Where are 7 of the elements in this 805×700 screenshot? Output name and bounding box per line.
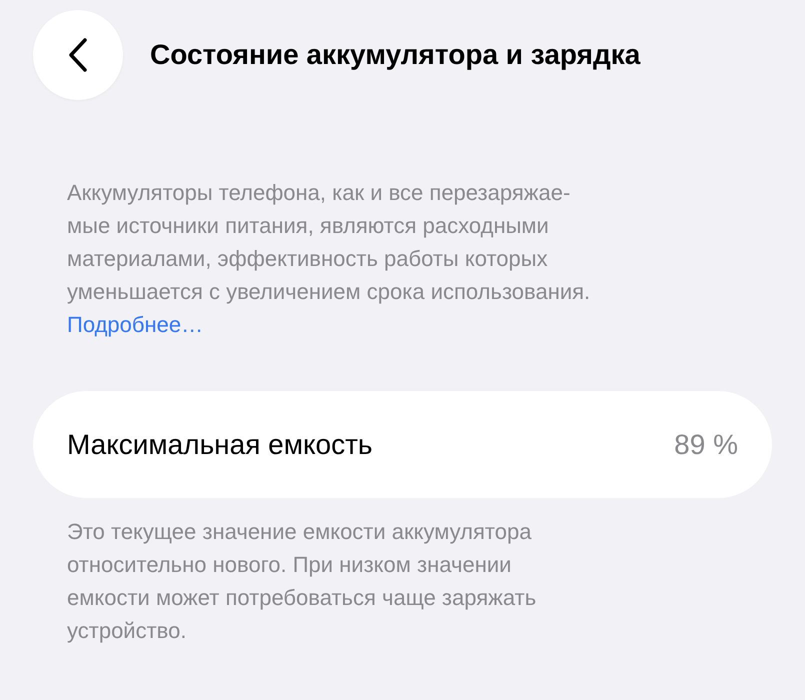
more-link[interactable]: Подробнее… <box>33 308 238 341</box>
capacity-value: 89 % <box>674 428 738 460</box>
intro-text: Аккумуляторы телефона, как и все перезаряжае- мые источники питания, являются расходными материалами, эффективность работы которых уменьшается с увеличением срока использования. <box>66 179 592 306</box>
capacity-label: Максимальная емкость <box>67 428 373 460</box>
page-title: Состояние аккумулятора и зарядка <box>150 39 640 71</box>
capacity-description: Это текущее значение емкости аккумулятора относительно нового. При низком значении емкости может потребоваться чаще заряжать устройство. <box>66 518 538 645</box>
back-icon <box>68 37 88 73</box>
